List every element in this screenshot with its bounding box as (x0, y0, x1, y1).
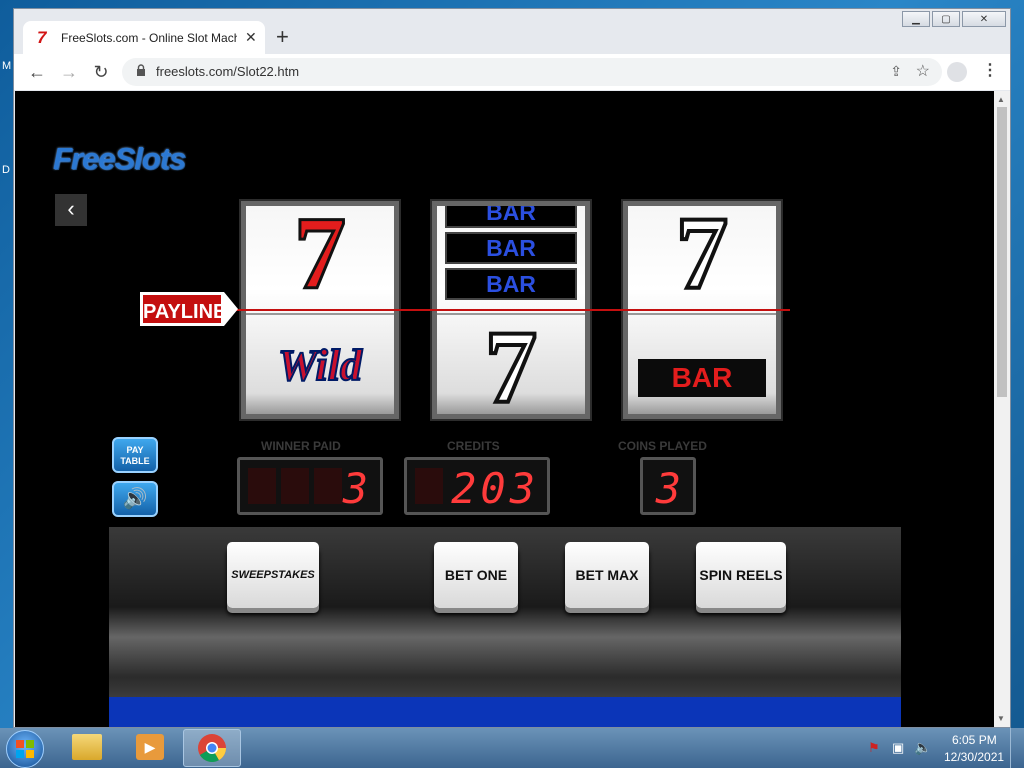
seven-favicon-icon: 7 (37, 27, 47, 47)
forward-arrow-icon[interactable]: → (58, 61, 80, 83)
minimize-button[interactable]: ▁ (902, 11, 930, 27)
share-icon[interactable]: ⇪ (890, 63, 902, 80)
speaker-icon[interactable]: 🔊 (112, 481, 158, 517)
payline-marker: PAYLINE (137, 289, 241, 329)
url-text[interactable]: freeslots.com/Slot22.htm (156, 64, 299, 79)
wild-symbol: Wild (277, 340, 363, 391)
payline-label: PAYLINE (140, 292, 226, 326)
address-bar[interactable]: freeslots.com/Slot22.htm ⇪ ☆ (122, 58, 942, 86)
windows-logo-icon (16, 740, 34, 758)
chrome-taskbar-button[interactable] (183, 729, 241, 767)
lock-icon (137, 64, 145, 76)
clock-date[interactable]: 12/30/2021 (944, 750, 1004, 764)
coins-played-meter: 3 (640, 457, 696, 515)
bookmark-star-icon[interactable]: ☆ (916, 61, 930, 81)
toolbar: ← → ↻ freeslots.com/Slot22.htm ⇪ ☆ ⋮ (14, 54, 1010, 90)
tab-freeslots[interactable]: 7 FreeSlots.com - Online Slot Mach ✕ (23, 21, 265, 54)
bet-max-button[interactable]: BET MAX (565, 542, 649, 608)
single-bar-symbol: BAR (638, 359, 766, 397)
show-desktop-button[interactable] (1010, 728, 1024, 768)
start-button[interactable] (6, 730, 44, 768)
more-menu-icon[interactable]: ⋮ (982, 60, 998, 80)
file-explorer-icon[interactable] (72, 734, 102, 760)
volume-icon[interactable]: 🔈 (914, 739, 931, 756)
meter-digit-backdrop (415, 468, 443, 504)
triple-bar-symbol: BAR BAR BAR (445, 206, 577, 304)
meter-digit-backdrop (248, 468, 342, 504)
scroll-thumb[interactable] (997, 107, 1007, 397)
credits-meter: 203 (404, 457, 550, 515)
winner-paid-label: WINNER PAID (261, 439, 341, 453)
spin-reels-button[interactable]: SPIN REELS (696, 542, 786, 608)
browser-window: ▁ ▢ ✕ 7 FreeSlots.com - Online Slot Mach… (13, 8, 1011, 728)
clock-time[interactable]: 6:05 PM (952, 733, 997, 747)
desktop-icon-label[interactable]: M (2, 60, 11, 72)
bar-label: BAR (445, 232, 577, 264)
desktop-icon-label[interactable]: D (2, 164, 10, 176)
new-tab-button[interactable]: + (276, 26, 289, 48)
maximize-button[interactable]: ▢ (932, 11, 960, 27)
back-chevron-icon[interactable]: ‹ (55, 194, 87, 226)
bar-label: BAR (445, 206, 577, 228)
bar-label: BAR (445, 268, 577, 300)
machine-base (109, 697, 901, 727)
taskbar: ▶ ⚑ ▣ 🔈 6:05 PM 12/30/2021 (0, 728, 1024, 768)
profile-avatar-icon[interactable] (947, 62, 967, 82)
scroll-up-icon[interactable]: ▲ (997, 95, 1005, 104)
pay-table-button[interactable]: PAY TABLE (112, 437, 158, 473)
reload-icon[interactable]: ↻ (90, 61, 112, 83)
white-seven-symbol: 7 (483, 310, 539, 415)
freeslots-logo: FreeSlots (53, 141, 186, 176)
red-seven-symbol: 7 (293, 206, 348, 311)
credits-label: CREDITS (447, 439, 500, 453)
coins-played-label: COINS PLAYED (618, 439, 707, 453)
scroll-down-icon[interactable]: ▼ (997, 714, 1005, 723)
network-icon[interactable]: ▣ (892, 740, 904, 756)
media-player-icon[interactable]: ▶ (136, 734, 164, 760)
coins-played-value: 3 (655, 464, 685, 513)
reel-divider (628, 313, 776, 315)
bet-one-button[interactable]: BET ONE (434, 542, 518, 608)
page-viewport: FreeSlots ‹ 7 Wild BAR BAR BAR 7 7 BAR P… (15, 91, 994, 727)
credits-value: 203 (451, 464, 539, 513)
reel-divider (246, 313, 394, 315)
tab-title: FreeSlots.com - Online Slot Mach (61, 30, 237, 45)
sweepstakes-button[interactable]: SWEEPSTAKES (227, 542, 319, 608)
payline-line (230, 309, 790, 311)
tab-close-icon[interactable]: ✕ (245, 29, 257, 46)
winner-paid-meter: 3 (237, 457, 383, 515)
vertical-scrollbar[interactable]: ▲ ▼ (994, 91, 1010, 727)
action-center-flag-icon[interactable]: ⚑ (868, 740, 880, 756)
window-controls: ▁ ▢ ✕ (902, 11, 1006, 27)
chrome-icon (198, 734, 226, 762)
white-seven-symbol: 7 (674, 206, 730, 311)
window-close-button[interactable]: ✕ (962, 11, 1006, 27)
winner-paid-value: 3 (342, 464, 372, 513)
back-arrow-icon[interactable]: ← (26, 61, 48, 83)
